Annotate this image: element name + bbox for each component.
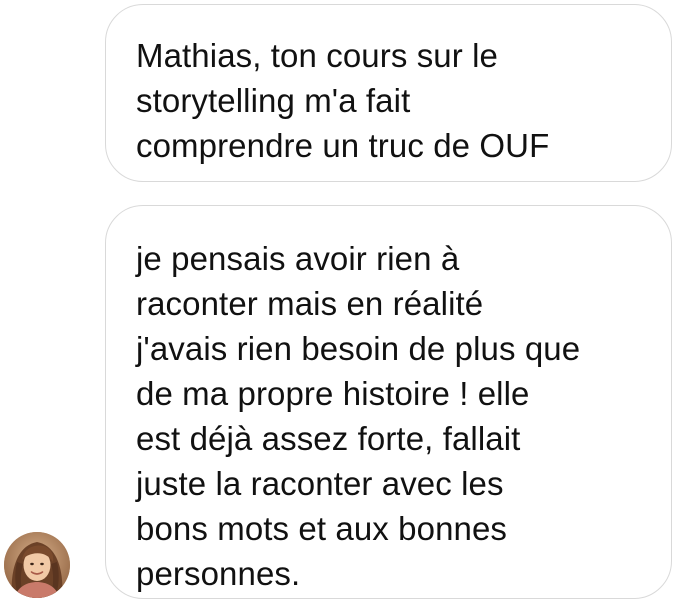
sender-avatar[interactable]: [4, 532, 70, 598]
message-thread: Mathias, ton cours sur le storytelling m…: [0, 0, 678, 606]
user-photo-avatar-icon: [4, 532, 70, 598]
message-bubble-2[interactable]: je pensais avoir rien à raconter mais en…: [105, 205, 672, 599]
message-bubble-1[interactable]: Mathias, ton cours sur le storytelling m…: [105, 4, 672, 182]
